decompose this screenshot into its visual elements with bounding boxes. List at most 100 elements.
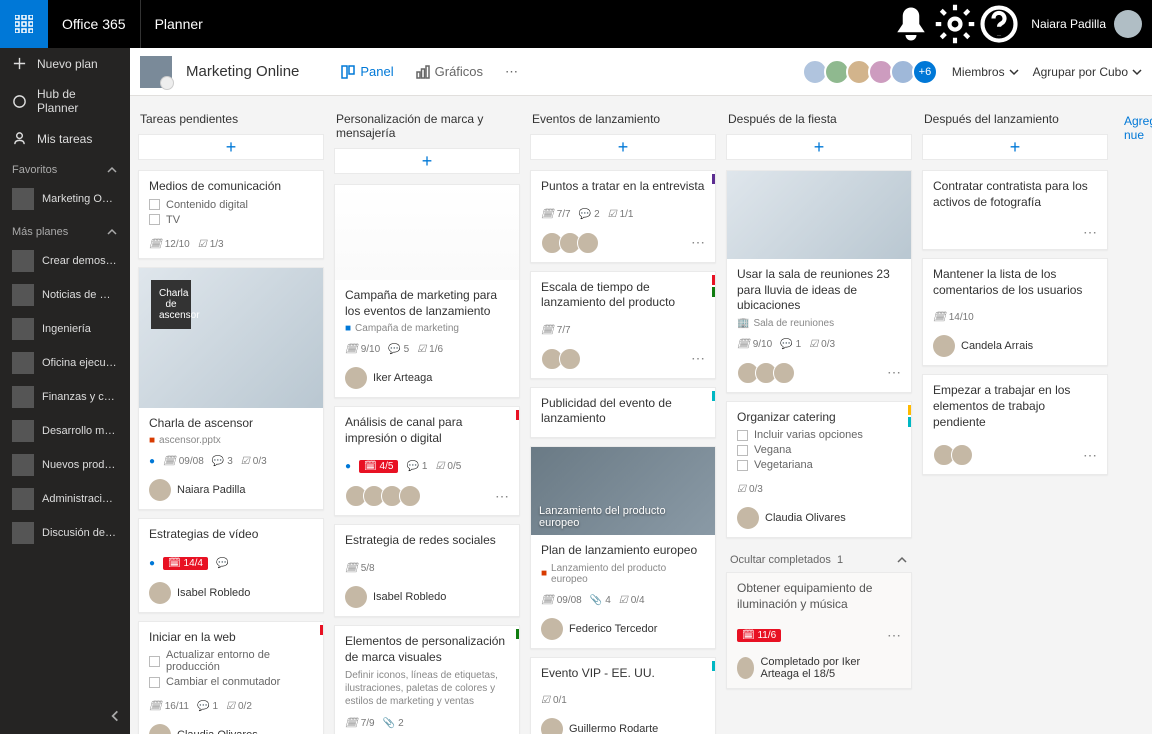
assignee: Guillermo Rodarte: [531, 714, 715, 734]
assignee: Candela Arrais: [923, 331, 1107, 365]
more-icon[interactable]: ⋯: [501, 60, 522, 84]
task-card[interactable]: Estrategias de vídeo ●🗓 14/4💬 Isabel Rob…: [138, 518, 324, 613]
assignee: Naiara Padilla: [139, 475, 323, 509]
card-more-icon[interactable]: ⋯: [691, 234, 705, 251]
avatar: [1114, 10, 1142, 38]
bucket-title[interactable]: Después del lanzamiento: [922, 108, 1108, 134]
card-more-icon[interactable]: ⋯: [887, 627, 901, 644]
card-image: [727, 171, 911, 259]
group-by-dropdown[interactable]: Agrupar por Cubo: [1033, 65, 1142, 79]
sidebar-plan[interactable]: Ingeniería: [0, 312, 130, 346]
chevron-up-icon: [106, 164, 118, 176]
task-card[interactable]: Empezar a trabajar en los elementos de t…: [922, 374, 1108, 475]
more-members[interactable]: +6: [912, 59, 938, 85]
task-card[interactable]: Organizar catering Incluir varias opcion…: [726, 401, 912, 539]
add-task-button[interactable]: +: [138, 134, 324, 160]
plan-title: Marketing Online: [186, 63, 299, 80]
checklist-icon: [198, 239, 207, 250]
card-image: [335, 185, 519, 280]
bucket-title[interactable]: Después de la fiesta: [726, 108, 912, 134]
bucket-title[interactable]: Personalización de marca y mensajería: [334, 108, 520, 148]
assignee: Claudia Olivares: [727, 503, 911, 537]
card-more-icon[interactable]: ⋯: [887, 364, 901, 381]
task-card[interactable]: Elementos de personalización de marca vi…: [334, 625, 520, 734]
sidebar-plan[interactable]: Desarrollo móvil: [0, 414, 130, 448]
card-more-icon[interactable]: ⋯: [1083, 224, 1097, 241]
user-name: Naiara Padilla: [1031, 17, 1106, 31]
task-card[interactable]: Lanzamiento del producto europeo Plan de…: [530, 446, 716, 649]
card-image: Charla de ascensor: [139, 268, 323, 408]
calendar-icon: [163, 456, 176, 467]
chevron-down-icon: [1009, 67, 1019, 77]
add-task-button[interactable]: +: [530, 134, 716, 160]
new-plan-button[interactable]: Nuevo plan: [0, 48, 130, 79]
chevron-down-icon: [1132, 67, 1142, 77]
add-task-button[interactable]: +: [334, 148, 520, 174]
task-card[interactable]: Iniciar en la web Actualizar entorno de …: [138, 621, 324, 734]
sidebar-plan[interactable]: Discusión de grupo: [0, 516, 130, 550]
sidebar-plan[interactable]: Administración de pro...: [0, 482, 130, 516]
app-launcher-icon[interactable]: [0, 0, 48, 48]
bucket-title[interactable]: Eventos de lanzamiento: [530, 108, 716, 134]
add-task-button[interactable]: +: [922, 134, 1108, 160]
my-tasks[interactable]: Mis tareas: [0, 123, 130, 154]
suite-brand: Office 365: [48, 0, 141, 48]
favorites-header[interactable]: Favoritos: [0, 154, 130, 182]
tab-panel[interactable]: Panel: [337, 60, 397, 83]
members-dropdown[interactable]: Miembros: [952, 65, 1019, 79]
task-card[interactable]: Publicidad del evento de lanzamiento: [530, 387, 716, 438]
app-name: Planner: [141, 16, 217, 32]
task-card[interactable]: Usar la sala de reuniones 23 para lluvia…: [726, 170, 912, 393]
notifications-icon[interactable]: [889, 0, 933, 48]
callout-label: Charla de ascensor: [151, 280, 191, 329]
bucket: Después de la fiesta + Usar la sala de r…: [726, 108, 912, 697]
card-image: Lanzamiento del producto europeo: [531, 447, 715, 535]
sidebar-plan[interactable]: Crear demostración: [0, 244, 130, 278]
sidebar-plan[interactable]: Oficina ejecutiva: [0, 346, 130, 380]
add-task-button[interactable]: +: [726, 134, 912, 160]
task-card[interactable]: Campaña de marketing para los eventos de…: [334, 184, 520, 398]
collapse-sidebar-icon[interactable]: [108, 709, 122, 726]
date-badge: 🗓 4/5: [359, 460, 398, 473]
sidebar-plan[interactable]: Noticias de Contoso: [0, 278, 130, 312]
checklist-icon: [241, 456, 250, 467]
bucket: Eventos de lanzamiento + Puntos a tratar…: [530, 108, 716, 734]
add-bucket-button[interactable]: Agregar nue: [1118, 108, 1152, 148]
card-more-icon[interactable]: ⋯: [1083, 447, 1097, 464]
task-card[interactable]: Análisis de canal para impresión o digit…: [334, 406, 520, 516]
sidebar-plan[interactable]: Finanzas y contabilidad: [0, 380, 130, 414]
task-card[interactable]: Escala de tiempo de lanzamiento del prod…: [530, 271, 716, 379]
planner-hub[interactable]: Hub de Planner: [0, 79, 130, 123]
member-facepile[interactable]: +6: [806, 59, 938, 85]
plan-header: Marketing Online Panel Gráficos ⋯ +6 Mie…: [130, 48, 1152, 96]
task-card[interactable]: Charla de ascensor Charla de ascensor ■a…: [138, 267, 324, 511]
assignee: Federico Tercedor: [531, 614, 715, 648]
sidebar: Nuevo plan Hub de Planner Mis tareas Fav…: [0, 48, 130, 734]
task-card[interactable]: Medios de comunicación Contenido digital…: [138, 170, 324, 259]
task-card[interactable]: Mantener la lista de los comentarios de …: [922, 258, 1108, 366]
chevron-up-icon: [896, 554, 908, 566]
tab-charts[interactable]: Gráficos: [412, 60, 487, 83]
task-card[interactable]: Evento VIP - EE. UU. 0/1 Guillermo Rodar…: [530, 657, 716, 734]
checklist-item: TV: [149, 214, 313, 226]
bucket: Personalización de marca y mensajería + …: [334, 108, 520, 734]
task-card[interactable]: Puntos a tratar en la entrevista 7/7💬 21…: [530, 170, 716, 263]
card-more-icon[interactable]: ⋯: [691, 350, 705, 367]
task-card[interactable]: Estrategia de redes sociales 5/8 Isabel …: [334, 524, 520, 617]
hide-completed-toggle[interactable]: Ocultar completados 1: [726, 546, 912, 572]
card-more-icon[interactable]: ⋯: [495, 488, 509, 505]
completed-by: Completado por Iker Arteaga el 18/5: [727, 652, 911, 688]
task-card[interactable]: Contratar contratista para los activos d…: [922, 170, 1108, 250]
settings-icon[interactable]: [933, 0, 977, 48]
sidebar-plan[interactable]: Nuevos productos: [0, 448, 130, 482]
help-icon[interactable]: [977, 0, 1021, 48]
user-menu[interactable]: Naiara Padilla: [1021, 10, 1152, 38]
sidebar-plan-favorite[interactable]: Marketing Online: [0, 182, 130, 216]
date-badge: 🗓 14/4: [163, 557, 208, 570]
task-card-completed[interactable]: Obtener equipamiento de iluminación y mú…: [726, 572, 912, 688]
assignee: Claudia Olivares: [139, 720, 323, 734]
bucket-title[interactable]: Tareas pendientes: [138, 108, 324, 134]
calendar-icon: [149, 239, 162, 250]
assignee: Iker Arteaga: [335, 363, 519, 397]
more-plans-header[interactable]: Más planes: [0, 216, 130, 244]
